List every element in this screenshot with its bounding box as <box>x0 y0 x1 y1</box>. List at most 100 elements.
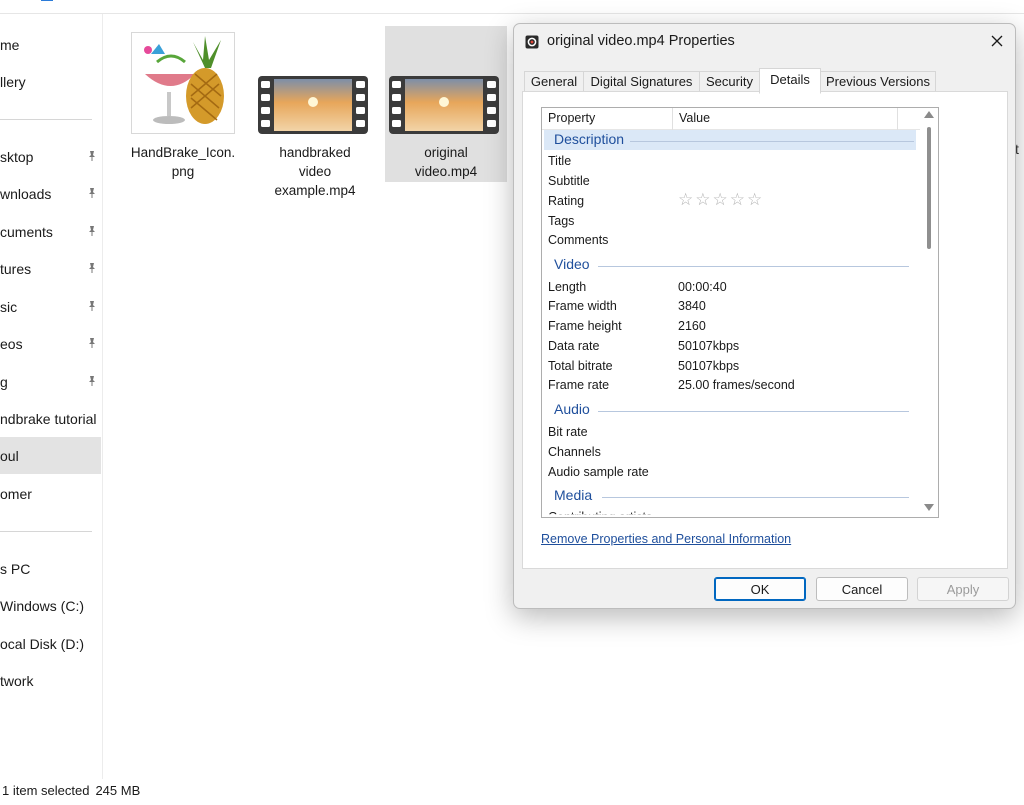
property-list[interactable]: Property Value Description Title Subtitl… <box>541 107 939 518</box>
nav-item-desktop[interactable]: sktop <box>0 138 101 175</box>
selection-count: 1 item selected <box>2 783 90 798</box>
file-name: video.mp4 <box>414 164 478 179</box>
pin-icon <box>89 226 95 236</box>
property-name: Frame rate <box>548 378 610 392</box>
property-row[interactable]: Data rate 50107kbps <box>548 339 739 353</box>
property-row[interactable]: Frame width 3840 <box>548 299 706 313</box>
group-header-description[interactable]: Description <box>554 131 624 147</box>
nav-item-pictures[interactable]: tures <box>0 250 101 287</box>
vertical-scrollbar[interactable] <box>920 108 938 517</box>
property-rows: Description Title Subtitle Rating ☆☆☆☆☆ T… <box>542 108 920 517</box>
nav-item-pinned-folder[interactable]: g <box>0 363 101 400</box>
pin-icon <box>89 376 95 386</box>
group-divider <box>598 266 909 267</box>
nav-item-videos[interactable]: eos <box>0 325 101 362</box>
nav-item-label: g <box>0 373 8 390</box>
property-value: 00:00:40 <box>678 280 727 294</box>
scroll-down-icon[interactable] <box>924 504 934 511</box>
pin-icon <box>89 151 95 161</box>
file-name: handbraked <box>279 145 351 160</box>
video-file-icon <box>525 35 539 49</box>
nav-divider <box>0 119 92 120</box>
tab-general[interactable]: General <box>524 71 584 93</box>
file-item-handbrake-icon[interactable]: HandBrake_Icon. png <box>122 26 244 196</box>
nav-item-label: omer <box>0 485 32 502</box>
scroll-up-icon[interactable] <box>924 111 934 118</box>
apply-button[interactable]: Apply <box>917 577 1009 601</box>
nav-item-drive-c[interactable]: Windows (C:) <box>0 587 101 624</box>
file-name: example.mp4 <box>274 183 356 198</box>
nav-divider <box>0 531 92 532</box>
property-name: Tags <box>548 214 575 228</box>
group-divider <box>630 141 914 142</box>
group-header-audio[interactable]: Audio <box>554 401 590 417</box>
nav-item-home[interactable]: me <box>0 26 101 63</box>
nav-item-label: twork <box>0 672 34 689</box>
chevron-icon <box>227 0 241 6</box>
property-name: Frame height <box>548 319 622 333</box>
nav-item-label: ocal Disk (D:) <box>0 635 85 652</box>
property-row[interactable]: Channels <box>548 445 601 459</box>
scroll-thumb[interactable] <box>927 127 931 249</box>
nav-item-label: Windows (C:) <box>0 597 85 614</box>
tab-security[interactable]: Security <box>699 71 760 93</box>
nav-item-music[interactable]: sic <box>0 288 101 325</box>
remove-properties-link[interactable]: Remove Properties and Personal Informati… <box>541 532 791 546</box>
nav-item-downloads[interactable]: wnloads <box>0 175 101 212</box>
property-row[interactable]: Length 00:00:40 <box>548 280 727 294</box>
property-value: 2160 <box>678 319 706 333</box>
file-item-original-video-selected[interactable]: original video.mp4 <box>385 26 507 182</box>
nav-item-this-pc[interactable]: s PC <box>0 550 101 587</box>
property-row[interactable]: Bit rate <box>548 425 588 439</box>
property-row[interactable]: Title <box>548 154 571 168</box>
property-row[interactable]: Comments <box>548 233 608 247</box>
property-name: Length <box>548 280 587 294</box>
property-row[interactable]: Subtitle <box>548 174 590 188</box>
pin-icon <box>89 188 95 198</box>
group-divider <box>598 411 909 412</box>
property-name: Data rate <box>548 339 600 353</box>
tab-previous-versions[interactable]: Previous Versions <box>820 71 936 93</box>
handbrake-pineapple-icon <box>131 32 235 134</box>
file-name: video <box>298 164 332 179</box>
ok-button[interactable]: OK <box>714 577 806 601</box>
nav-item-handbrake-tutorial[interactable]: ndbrake tutorial <box>0 400 101 437</box>
property-row[interactable]: Frame rate 25.00 frames/second <box>548 378 795 392</box>
property-row[interactable]: Audio sample rate <box>548 465 649 479</box>
cancel-button[interactable]: Cancel <box>816 577 908 601</box>
group-header-video[interactable]: Video <box>554 256 590 272</box>
selection-size: 245 MB <box>95 783 141 798</box>
group-divider <box>602 497 909 498</box>
navigation-pane: me llery sktop wnloads cuments tures sic… <box>0 14 103 779</box>
property-row[interactable]: Frame height 2160 <box>548 319 706 333</box>
property-name: Rating <box>548 194 585 208</box>
details-panel: Property Value Description Title Subtitl… <box>522 91 1008 569</box>
nav-item-label: wnloads <box>0 185 52 202</box>
nav-item-selected-folder[interactable]: oul <box>0 437 101 474</box>
property-row-partial[interactable]: Contributing artists <box>548 510 652 514</box>
nav-item-documents[interactable]: cuments <box>0 213 101 250</box>
property-row[interactable]: Rating ☆☆☆☆☆ <box>548 190 762 209</box>
tab-details[interactable]: Details <box>759 68 821 94</box>
video-thumbnail-icon <box>389 76 499 134</box>
status-bar: 1 item selected 245 MB <box>2 783 146 798</box>
nav-item-network[interactable]: twork <box>0 662 101 699</box>
folder-icon <box>338 0 352 6</box>
properties-dialog: original video.mp4 Properties General Di… <box>513 23 1016 609</box>
rating-stars[interactable]: ☆☆☆☆☆ <box>678 190 764 210</box>
group-header-media[interactable]: Media <box>554 487 592 503</box>
property-row[interactable]: Tags <box>548 214 574 228</box>
file-item-handbraked-video[interactable]: handbraked video example.mp4 <box>254 26 376 198</box>
close-button[interactable] <box>984 28 1010 54</box>
property-name: Comments <box>548 233 609 247</box>
nav-item-drive-d[interactable]: ocal Disk (D:) <box>0 625 101 662</box>
address-bar-strip <box>0 0 1024 14</box>
nav-item-gallery[interactable]: llery <box>0 63 101 100</box>
nav-item-folder[interactable]: omer <box>0 475 101 512</box>
nav-item-label: cuments <box>0 223 53 240</box>
nav-item-label: ndbrake tutorial <box>0 410 97 427</box>
property-row[interactable]: Total bitrate 50107kbps <box>548 359 739 373</box>
tab-digital-signatures[interactable]: Digital Signatures <box>583 71 700 93</box>
property-value: 3840 <box>678 299 706 313</box>
property-value: 50107kbps <box>678 359 740 373</box>
